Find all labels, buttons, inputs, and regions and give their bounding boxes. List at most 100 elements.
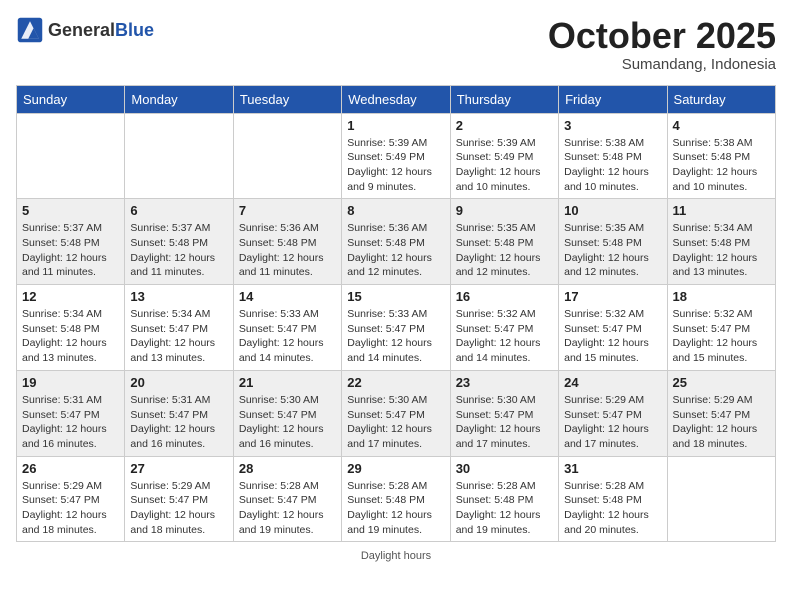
day-info: Sunrise: 5:39 AMSunset: 5:49 PMDaylight:… [347,136,444,195]
day-info: Sunrise: 5:32 AMSunset: 5:47 PMDaylight:… [673,307,770,366]
day-number: 10 [564,203,661,218]
calendar-cell: 18 Sunrise: 5:32 AMSunset: 5:47 PMDayligh… [667,285,775,371]
calendar-cell: 23Sunrise: 5:30 AMSunset: 5:47 PMDayligh… [450,370,558,456]
day-number: 26 [22,461,119,476]
day-number: 5 [22,203,119,218]
day-number: 3 [564,118,661,133]
day-info: Sunrise: 5:35 AMSunset: 5:48 PMDaylight:… [564,221,661,280]
calendar-cell: 14 Sunrise: 5:33 AMSunset: 5:47 PMDayligh… [233,285,341,371]
calendar-cell: 26 Sunrise: 5:29 AMSunset: 5:47 PMDayligh… [17,456,125,542]
day-info: Sunrise: 5:38 AMSunset: 5:48 PMDaylight:… [564,136,661,195]
day-info: Sunrise: 5:34 AMSunset: 5:48 PMDaylight:… [673,221,770,280]
calendar-cell: 22 Sunrise: 5:30 AMSunset: 5:47 PMDayligh… [342,370,450,456]
page-header: GeneralBlue October 2025 Sumandang, Indo… [16,16,776,73]
day-number: 27 [130,461,227,476]
calendar-cell: 11 Sunrise: 5:34 AMSunset: 5:48 PMDayligh… [667,199,775,285]
day-info: Sunrise: 5:37 AMSunset: 5:48 PMDaylight:… [22,221,119,280]
calendar-day-header: Wednesday [342,85,450,113]
day-number: 4 [673,118,770,133]
calendar-cell: 5 Sunrise: 5:37 AMSunset: 5:48 PMDaylight… [17,199,125,285]
calendar-header-row: SundayMondayTuesdayWednesdayThursdayFrid… [17,85,776,113]
day-number: 8 [347,203,444,218]
day-info: Sunrise: 5:29 AMSunset: 5:47 PMDaylight:… [673,393,770,452]
calendar-cell: 9 Sunrise: 5:35 AMSunset: 5:48 PMDaylight… [450,199,558,285]
calendar-cell: 1 Sunrise: 5:39 AMSunset: 5:49 PMDaylight… [342,113,450,199]
calendar-cell [667,456,775,542]
day-info: Sunrise: 5:38 AMSunset: 5:48 PMDaylight:… [673,136,770,195]
calendar-week-row: 12 Sunrise: 5:34 AMSunset: 5:48 PMDayligh… [17,285,776,371]
day-info: Sunrise: 5:32 AMSunset: 5:47 PMDaylight:… [456,307,553,366]
day-number: 28 [239,461,336,476]
day-number: 1 [347,118,444,133]
calendar-cell: 4 Sunrise: 5:38 AMSunset: 5:48 PMDaylight… [667,113,775,199]
calendar-week-row: 26 Sunrise: 5:29 AMSunset: 5:47 PMDayligh… [17,456,776,542]
calendar-day-header: Monday [125,85,233,113]
day-info: Sunrise: 5:28 AMSunset: 5:48 PMDaylight:… [564,479,661,538]
calendar-day-header: Friday [559,85,667,113]
calendar-cell: 12 Sunrise: 5:34 AMSunset: 5:48 PMDayligh… [17,285,125,371]
day-info: Sunrise: 5:30 AMSunset: 5:47 PMDaylight:… [239,393,336,452]
calendar-cell: 2 Sunrise: 5:39 AMSunset: 5:49 PMDaylight… [450,113,558,199]
day-info: Sunrise: 5:29 AMSunset: 5:47 PMDaylight:… [22,479,119,538]
day-number: 14 [239,289,336,304]
location-subtitle: Sumandang, Indonesia [548,56,776,73]
day-number: 13 [130,289,227,304]
calendar-cell [125,113,233,199]
day-number: 7 [239,203,336,218]
title-block: October 2025 Sumandang, Indonesia [548,16,776,73]
month-title: October 2025 [548,16,776,56]
calendar-cell: 8 Sunrise: 5:36 AMSunset: 5:48 PMDaylight… [342,199,450,285]
calendar-cell: 3 Sunrise: 5:38 AMSunset: 5:48 PMDaylight… [559,113,667,199]
calendar-cell: 16 Sunrise: 5:32 AMSunset: 5:47 PMDayligh… [450,285,558,371]
calendar-week-row: 1 Sunrise: 5:39 AMSunset: 5:49 PMDaylight… [17,113,776,199]
day-info: Sunrise: 5:28 AMSunset: 5:48 PMDaylight:… [456,479,553,538]
calendar-cell: 20Sunrise: 5:31 AMSunset: 5:47 PMDayligh… [125,370,233,456]
day-info: Sunrise: 5:33 AMSunset: 5:47 PMDaylight:… [239,307,336,366]
day-info: Sunrise: 5:28 AMSunset: 5:48 PMDaylight:… [347,479,444,538]
day-info: Sunrise: 5:35 AMSunset: 5:48 PMDaylight:… [456,221,553,280]
calendar-cell: 31 Sunrise: 5:28 AMSunset: 5:48 PMDayligh… [559,456,667,542]
day-number: 30 [456,461,553,476]
calendar-day-header: Thursday [450,85,558,113]
calendar-week-row: 19 Sunrise: 5:31 AMSunset: 5:47 PMDayligh… [17,370,776,456]
footer-note: Daylight hours [16,550,776,562]
calendar-cell: 6Sunrise: 5:37 AMSunset: 5:48 PMDaylight… [125,199,233,285]
day-info: Sunrise: 5:30 AMSunset: 5:47 PMDaylight:… [456,393,553,452]
day-info: Sunrise: 5:36 AMSunset: 5:48 PMDaylight:… [347,221,444,280]
day-info: Sunrise: 5:30 AMSunset: 5:47 PMDaylight:… [347,393,444,452]
day-number: 9 [456,203,553,218]
day-number: 31 [564,461,661,476]
calendar-cell: 27 Sunrise: 5:29 AMSunset: 5:47 PMDayligh… [125,456,233,542]
day-info: Sunrise: 5:28 AMSunset: 5:47 PMDaylight:… [239,479,336,538]
day-info: Sunrise: 5:29 AMSunset: 5:47 PMDaylight:… [564,393,661,452]
day-info: Sunrise: 5:31 AMSunset: 5:47 PMDaylight:… [22,393,119,452]
logo: GeneralBlue [16,16,154,44]
day-info: Sunrise: 5:39 AMSunset: 5:49 PMDaylight:… [456,136,553,195]
calendar-week-row: 5 Sunrise: 5:37 AMSunset: 5:48 PMDaylight… [17,199,776,285]
calendar-day-header: Tuesday [233,85,341,113]
calendar-cell: 7Sunrise: 5:36 AMSunset: 5:48 PMDaylight… [233,199,341,285]
day-info: Sunrise: 5:37 AMSunset: 5:48 PMDaylight:… [130,221,227,280]
day-number: 19 [22,375,119,390]
day-number: 22 [347,375,444,390]
calendar-cell: 10 Sunrise: 5:35 AMSunset: 5:48 PMDayligh… [559,199,667,285]
day-number: 2 [456,118,553,133]
calendar-day-header: Sunday [17,85,125,113]
calendar-cell: 28 Sunrise: 5:28 AMSunset: 5:47 PMDayligh… [233,456,341,542]
day-number: 21 [239,375,336,390]
calendar-cell [17,113,125,199]
day-number: 11 [673,203,770,218]
day-info: Sunrise: 5:29 AMSunset: 5:47 PMDaylight:… [130,479,227,538]
day-number: 12 [22,289,119,304]
day-number: 18 [673,289,770,304]
day-number: 16 [456,289,553,304]
logo-text-general: GeneralBlue [48,20,154,41]
day-number: 20 [130,375,227,390]
calendar-table: SundayMondayTuesdayWednesdayThursdayFrid… [16,85,776,543]
calendar-cell: 19 Sunrise: 5:31 AMSunset: 5:47 PMDayligh… [17,370,125,456]
calendar-cell: 21 Sunrise: 5:30 AMSunset: 5:47 PMDayligh… [233,370,341,456]
day-number: 29 [347,461,444,476]
day-info: Sunrise: 5:32 AMSunset: 5:47 PMDaylight:… [564,307,661,366]
day-info: Sunrise: 5:34 AMSunset: 5:48 PMDaylight:… [22,307,119,366]
calendar-cell: 25Sunrise: 5:29 AMSunset: 5:47 PMDayligh… [667,370,775,456]
